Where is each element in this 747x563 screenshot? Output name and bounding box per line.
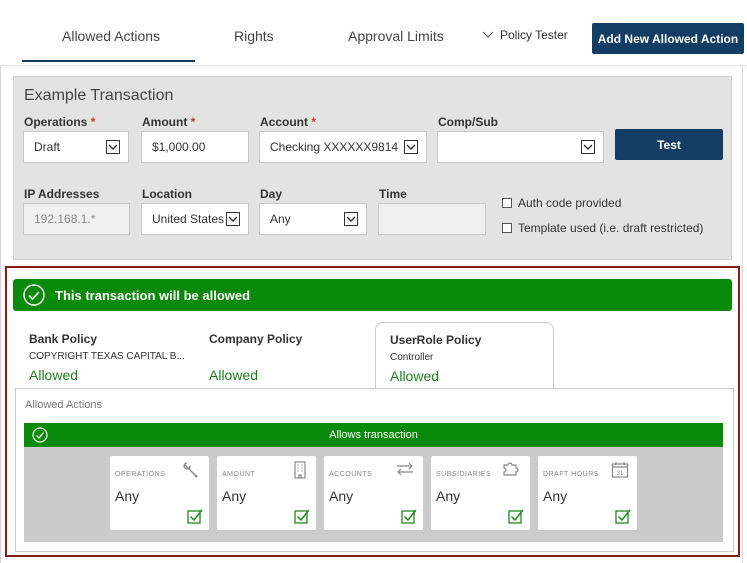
tab-approval-limits[interactable]: Approval Limits	[348, 28, 444, 44]
accounts-card-label: ACCOUNTS	[329, 471, 373, 478]
policy-detail-panel: Allowed Actions Allows transaction OPERA…	[15, 388, 734, 552]
transfer-arrows-icon	[397, 462, 413, 476]
amount-card-value: Any	[222, 488, 247, 504]
dropdown-arrow-icon	[404, 140, 418, 154]
action-cards-area: OPERATIONS Any AMOUNT Any ACCOUNTS Any S…	[24, 447, 723, 542]
auth-code-label: Auth code provided	[518, 196, 622, 210]
checked-box-icon	[401, 509, 417, 524]
allows-transaction-bar: Allows transaction	[24, 423, 723, 447]
policy-test-result: This transaction will be allowed Bank Po…	[5, 266, 740, 557]
time-input[interactable]	[378, 203, 486, 235]
bank-policy-title: Bank Policy	[29, 332, 98, 346]
wrench-icon	[183, 462, 198, 478]
time-label: Time	[379, 187, 407, 201]
draft-hours-card: 31 DRAFT HOURS Any	[538, 456, 637, 530]
location-label: Location	[142, 187, 192, 201]
template-used-checkbox[interactable]	[502, 223, 512, 233]
subsidiaries-card-label: SUBSIDIARIES	[436, 471, 492, 478]
dropdown-arrow-icon	[106, 140, 120, 154]
userrole-policy-title: UserRole Policy	[390, 333, 482, 347]
chevron-down-icon	[482, 31, 494, 38]
frame-border-left	[0, 66, 1, 563]
allowed-actions-label: Allowed Actions	[25, 399, 103, 411]
ip-addresses-label: IP Addresses	[24, 187, 100, 201]
account-label: Account *	[260, 115, 317, 129]
day-label: Day	[260, 187, 283, 201]
tab-rights[interactable]: Rights	[234, 28, 274, 44]
transaction-allowed-text: This transaction will be allowed	[55, 287, 251, 303]
subsidiaries-card-value: Any	[436, 488, 461, 504]
top-tab-bar: Allowed Actions Rights Approval Limits P…	[0, 0, 747, 66]
amount-input[interactable]: $1,000.00	[141, 131, 249, 163]
active-tab-indicator	[22, 60, 195, 62]
allows-transaction-text: Allows transaction	[329, 429, 418, 441]
template-used-checkbox-row[interactable]: Template used (i.e. draft restricted)	[502, 221, 703, 235]
amount-label: Amount *	[142, 115, 196, 129]
checked-box-icon	[187, 509, 203, 524]
amount-card: AMOUNT Any	[217, 456, 316, 530]
frame-border-right	[742, 66, 743, 563]
company-policy-tab[interactable]: Company Policy Allowed	[209, 332, 302, 383]
dropdown-arrow-icon	[344, 212, 358, 226]
location-select[interactable]: United States	[141, 203, 249, 235]
operations-card: OPERATIONS Any	[110, 456, 209, 530]
template-used-label: Template used (i.e. draft restricted)	[518, 221, 704, 235]
operations-select[interactable]: Draft	[23, 131, 129, 163]
userrole-policy-subtitle: Controller	[390, 352, 434, 363]
policy-tester-label: Policy Tester	[500, 28, 568, 42]
building-icon	[294, 461, 306, 479]
accounts-card-value: Any	[329, 488, 354, 504]
calendar-icon: 31	[611, 462, 629, 478]
comp-sub-select[interactable]	[437, 131, 604, 163]
accounts-card: ACCOUNTS Any	[324, 456, 423, 530]
tab-allowed-actions[interactable]: Allowed Actions	[62, 28, 160, 44]
ip-addresses-input[interactable]: 192.168.1.*	[23, 203, 130, 235]
bank-policy-status: Allowed	[29, 367, 79, 383]
checked-box-icon	[508, 509, 524, 524]
check-circle-icon	[32, 427, 48, 443]
checked-box-icon	[615, 509, 631, 524]
company-policy-subtitle	[209, 351, 302, 362]
puzzle-icon	[503, 462, 519, 476]
add-new-allowed-action-button[interactable]: Add New Allowed Action	[592, 23, 744, 54]
svg-text:31: 31	[617, 471, 624, 477]
transaction-allowed-banner: This transaction will be allowed	[13, 279, 732, 311]
example-transaction-panel: Example Transaction Operations * Draft A…	[13, 76, 732, 260]
draft-hours-card-label: DRAFT HOURS	[543, 471, 599, 478]
comp-sub-label: Comp/Sub	[438, 115, 498, 129]
operations-card-value: Any	[115, 488, 140, 504]
operations-card-label: OPERATIONS	[115, 471, 166, 478]
checked-box-icon	[294, 509, 310, 524]
company-policy-title: Company Policy	[209, 332, 303, 346]
operations-label: Operations *	[24, 115, 96, 129]
example-transaction-title: Example Transaction	[24, 87, 174, 104]
dropdown-arrow-icon	[226, 212, 240, 226]
draft-hours-card-value: Any	[543, 488, 568, 504]
policy-tester-toggle[interactable]: Policy Tester	[482, 28, 568, 42]
check-circle-icon	[23, 284, 45, 306]
dropdown-arrow-icon	[581, 140, 595, 154]
userrole-policy-tab[interactable]: UserRole Policy Controller Allowed	[375, 322, 554, 390]
amount-card-label: AMOUNT	[222, 471, 256, 478]
day-select[interactable]: Any	[259, 203, 367, 235]
test-button[interactable]: Test	[615, 129, 723, 160]
auth-code-checkbox-row[interactable]: Auth code provided	[502, 196, 621, 210]
auth-code-checkbox[interactable]	[502, 198, 512, 208]
bank-policy-tab[interactable]: Bank Policy COPYRIGHT TEXAS CAPITAL B...…	[29, 332, 185, 383]
userrole-policy-status: Allowed	[390, 368, 440, 384]
account-select[interactable]: Checking XXXXXX9814	[259, 131, 427, 163]
subsidiaries-card: SUBSIDIARIES Any	[431, 456, 530, 530]
company-policy-status: Allowed	[209, 367, 259, 383]
bank-policy-subtitle: COPYRIGHT TEXAS CAPITAL B...	[29, 351, 185, 362]
